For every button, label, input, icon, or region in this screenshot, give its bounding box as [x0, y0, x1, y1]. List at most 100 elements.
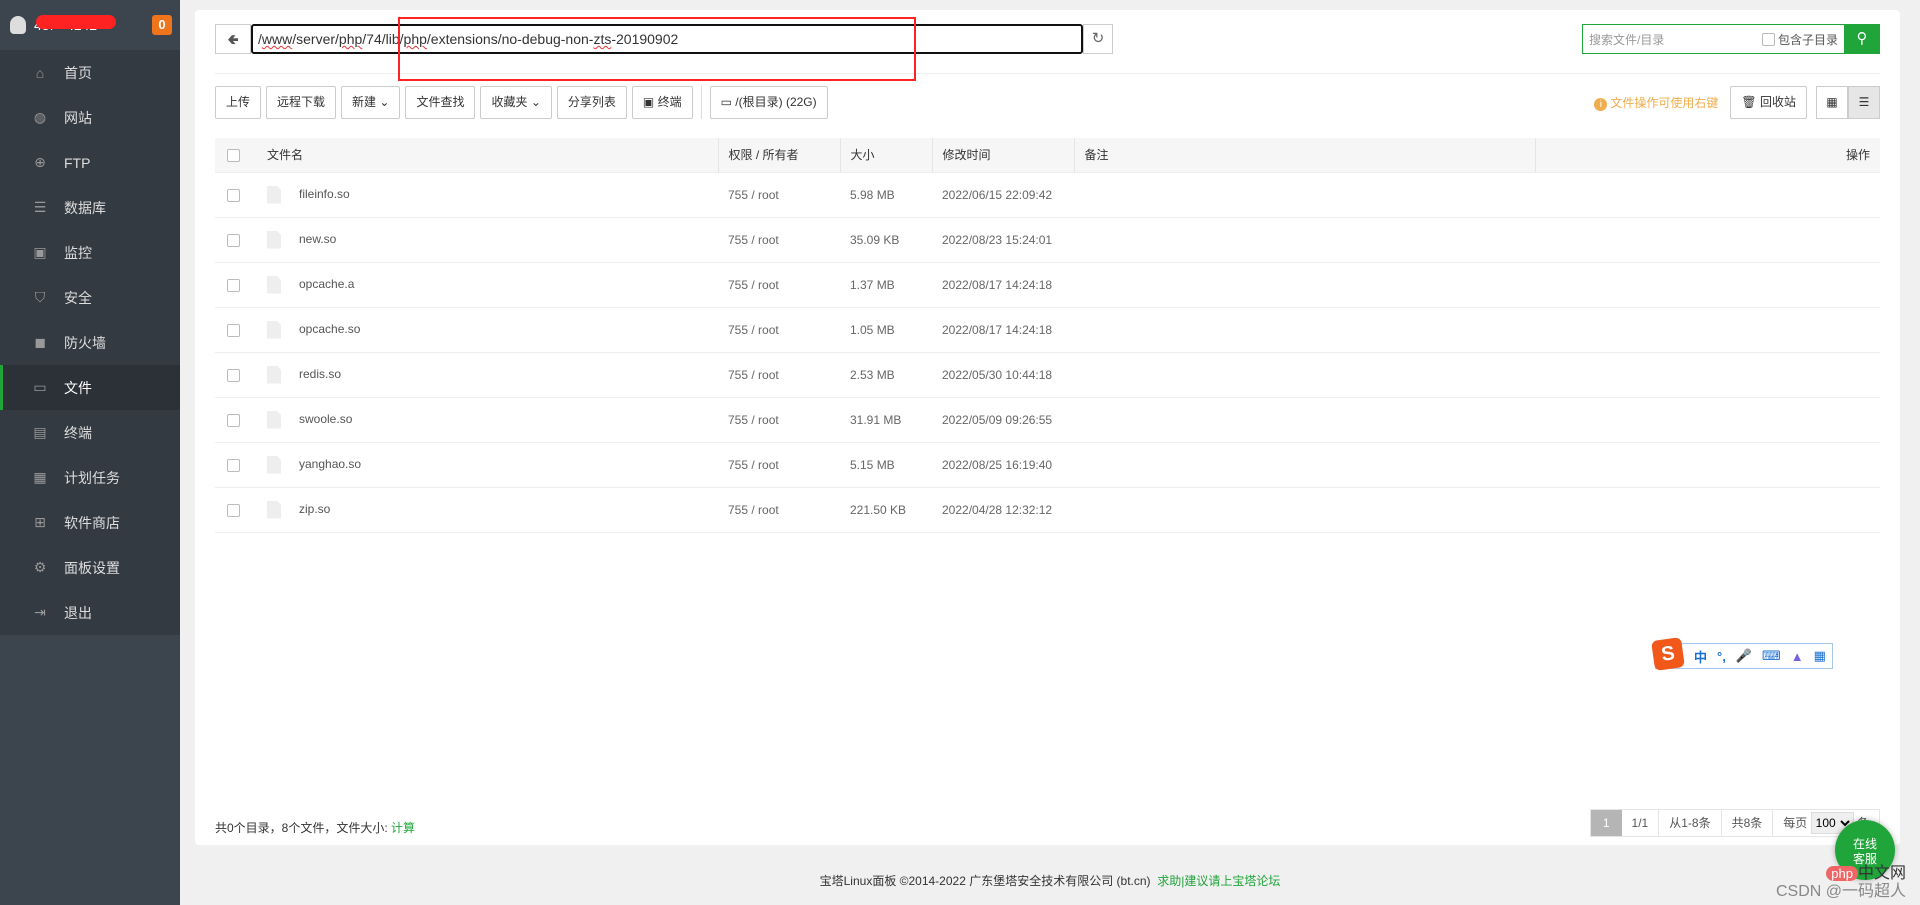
col-name[interactable]: 文件名: [257, 138, 718, 173]
row-checkbox[interactable]: [227, 413, 240, 427]
sidebar-item-monitor[interactable]: ▣ 监控: [0, 230, 180, 275]
sidebar-item-logout[interactable]: ⇥ 退出: [0, 590, 180, 635]
row-checkbox[interactable]: [227, 233, 240, 247]
col-size[interactable]: 大小: [839, 138, 932, 173]
row-checkbox[interactable]: [227, 188, 240, 202]
share-list-button[interactable]: 分享列表: [556, 86, 627, 119]
service-line1: 在线: [1852, 837, 1877, 851]
ime-lang[interactable]: 中: [1694, 647, 1707, 666]
row-checkbox[interactable]: [227, 278, 240, 292]
disk-icon: ▭: [720, 95, 732, 109]
skin-icon[interactable]: ▲: [1791, 649, 1804, 664]
file-icon: [267, 365, 281, 384]
sidebar-item-calendar[interactable]: ▦ 计划任务: [0, 455, 180, 500]
file-permission[interactable]: 755 / root: [718, 487, 840, 533]
back-button[interactable]: 🢀: [215, 24, 251, 54]
sidebar-item-globe[interactable]: ◍ 网站: [0, 95, 180, 140]
file-mtime: 2022/04/28 12:32:12: [932, 487, 1074, 533]
sogou-logo-icon[interactable]: S: [1651, 637, 1685, 671]
sidebar-item-label: 面板设置: [64, 559, 120, 576]
select-all-checkbox[interactable]: [227, 148, 240, 162]
file-permission[interactable]: 755 / root: [718, 442, 840, 488]
include-subdir-checkbox[interactable]: [1761, 32, 1775, 46]
file-permission[interactable]: 755 / root: [718, 352, 840, 398]
find-button[interactable]: 文件查找: [405, 86, 476, 119]
file-permission[interactable]: 755 / root: [718, 262, 840, 308]
table-row[interactable]: opcache.a 755 / root 1.37 MB 2022/08/17 …: [215, 262, 1880, 308]
forum-link[interactable]: 求助|建议请上宝塔论坛: [1157, 874, 1280, 888]
toolbar: 上传 远程下载 新建 ⌄ 文件查找 收藏夹 ⌄ 分享列表 ▣ 终端 ▭ /(根目…: [215, 86, 1880, 119]
file-size: 5.98 MB: [840, 172, 932, 218]
calculate-link[interactable]: 计算: [391, 821, 415, 835]
per-page-label: 每页: [1783, 816, 1808, 830]
file-icon: [267, 230, 281, 249]
sidebar-item-home[interactable]: ⌂ 首页: [0, 50, 180, 95]
table-row[interactable]: redis.so 755 / root 2.53 MB 2022/05/30 1…: [215, 352, 1880, 398]
file-size: 2.53 MB: [840, 352, 932, 398]
sidebar-item-label: 防火墙: [64, 334, 106, 351]
file-permission[interactable]: 755 / root: [718, 397, 840, 443]
sidebar-item-gear[interactable]: ⚙ 面板设置: [0, 545, 180, 590]
table-row[interactable]: opcache.so 755 / root 1.05 MB 2022/08/17…: [215, 307, 1880, 353]
row-checkbox[interactable]: [227, 368, 240, 382]
new-button[interactable]: 新建 ⌄: [341, 86, 401, 119]
sidebar: 43.***.142 0 ⌂ 首页 ◍ 网站 ⊕ FTP ☰ 数据库 ▣ 监控 ⛉ 安全 ◼ 防火墙 ▭ 文件…: [0, 0, 180, 905]
table-row[interactable]: swoole.so 755 / root 31.91 MB 2022/05/09…: [215, 397, 1880, 443]
table-row[interactable]: zip.so 755 / root 221.50 KB 2022/04/28 1…: [215, 487, 1880, 533]
apps-icon: ⊞: [34, 514, 46, 530]
file-icon: [267, 500, 281, 519]
table-row[interactable]: fileinfo.so 755 / root 5.98 MB 2022/06/1…: [215, 172, 1880, 218]
file-size: 31.91 MB: [840, 397, 932, 443]
ime-toolbar: S 中 °, 🎤 ⌨ ▲ ▦: [1651, 637, 1833, 671]
file-name[interactable]: fileinfo.so: [299, 187, 350, 201]
table-row[interactable]: yanghao.so 755 / root 5.15 MB 2022/08/25…: [215, 442, 1880, 488]
sidebar-item-shield[interactable]: ⛉ 安全: [0, 275, 180, 320]
disk-button[interactable]: ▭ /(根目录) (22G): [709, 86, 828, 119]
search-button[interactable]: ⚲: [1844, 24, 1880, 54]
remote-download-button[interactable]: 远程下载: [266, 86, 337, 119]
ime-punct[interactable]: °,: [1717, 649, 1726, 664]
favorites-button[interactable]: 收藏夹 ⌄: [480, 86, 552, 119]
sidebar-item-ftp[interactable]: ⊕ FTP: [0, 140, 180, 185]
sidebar-item-folder[interactable]: ▭ 文件: [0, 365, 180, 410]
row-checkbox[interactable]: [227, 323, 240, 337]
notification-badge[interactable]: 0: [152, 15, 172, 35]
row-checkbox[interactable]: [227, 503, 240, 517]
table-row[interactable]: new.so 755 / root 35.09 KB 2022/08/23 15…: [215, 217, 1880, 263]
file-name[interactable]: opcache.so: [299, 322, 360, 336]
sidebar-item-database[interactable]: ☰ 数据库: [0, 185, 180, 230]
search-input[interactable]: 搜索文件/目录: [1589, 31, 1762, 48]
microphone-icon[interactable]: 🎤: [1736, 648, 1752, 664]
apps-icon[interactable]: ▦: [1814, 648, 1826, 664]
grid-view-button[interactable]: ▦: [1816, 86, 1848, 119]
file-actions: [1535, 217, 1880, 263]
file-icon: [267, 275, 281, 294]
watermark-cn: 中文网: [1857, 865, 1906, 882]
list-view-button[interactable]: ☰: [1848, 86, 1880, 119]
sidebar-item-label: 终端: [64, 424, 92, 441]
file-permission[interactable]: 755 / root: [718, 172, 840, 218]
sidebar-item-firewall[interactable]: ◼ 防火墙: [0, 320, 180, 365]
col-actions: 操作: [1534, 138, 1880, 173]
file-name[interactable]: zip.so: [299, 502, 330, 516]
page-current[interactable]: 1: [1590, 810, 1622, 836]
terminal-button[interactable]: ▣ 终端: [631, 86, 693, 119]
file-icon: [267, 185, 281, 204]
file-permission[interactable]: 755 / root: [718, 307, 840, 353]
file-name[interactable]: swoole.so: [299, 412, 352, 426]
col-mtime[interactable]: 修改时间: [931, 138, 1074, 173]
sidebar-item-terminal[interactable]: ▤ 终端: [0, 410, 180, 455]
row-checkbox[interactable]: [227, 458, 240, 472]
upload-button[interactable]: 上传: [215, 86, 262, 119]
keyboard-icon[interactable]: ⌨: [1762, 648, 1781, 664]
folder-icon: ▭: [33, 379, 47, 395]
recycle-bin-button[interactable]: 🗑 回收站: [1730, 86, 1807, 119]
file-name[interactable]: new.so: [299, 232, 336, 246]
file-permission[interactable]: 755 / root: [718, 217, 840, 263]
file-name[interactable]: opcache.a: [299, 277, 354, 291]
file-name[interactable]: redis.so: [299, 367, 341, 381]
file-name[interactable]: yanghao.so: [299, 457, 361, 471]
sidebar-item-apps[interactable]: ⊞ 软件商店: [0, 500, 180, 545]
page-count: 1/1: [1631, 816, 1649, 830]
refresh-icon[interactable]: ↻: [1083, 24, 1113, 54]
